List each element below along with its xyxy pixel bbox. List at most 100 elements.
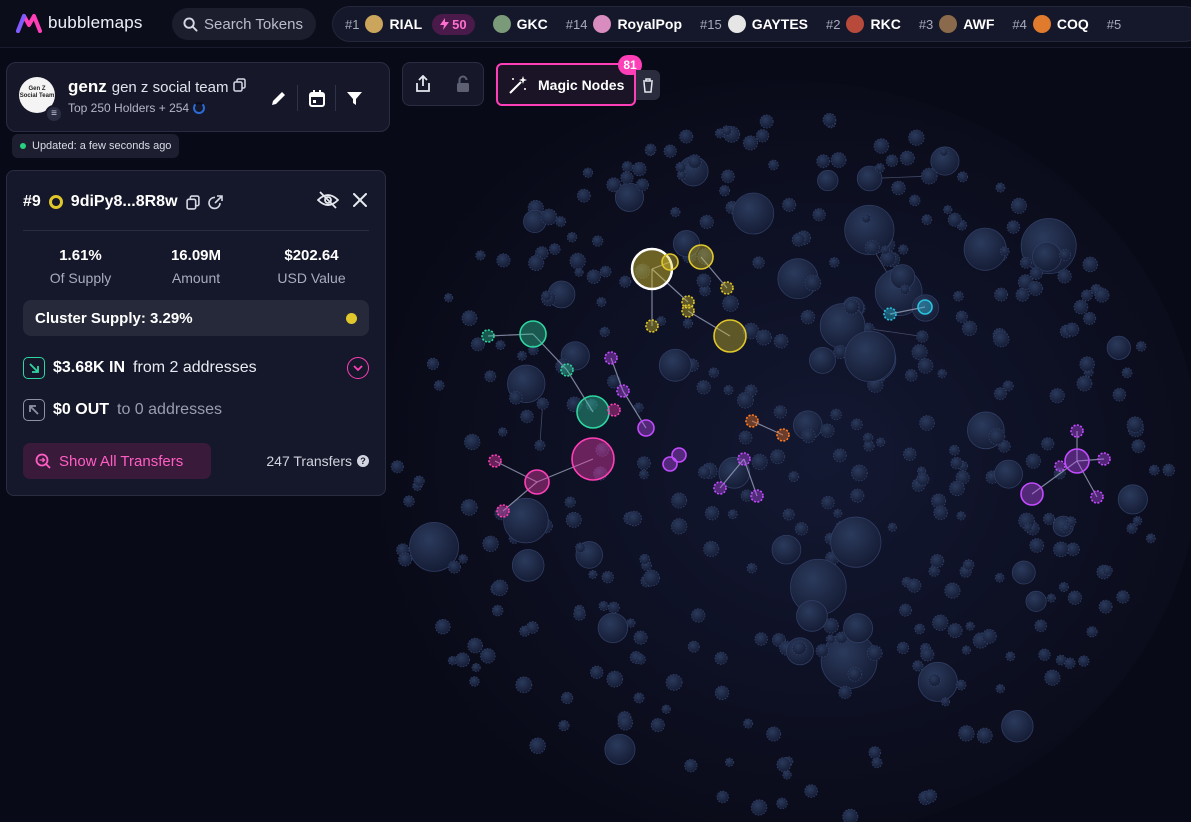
holder-bubble[interactable] <box>914 623 926 635</box>
holder-bubble[interactable] <box>636 456 651 471</box>
holder-bubble[interactable] <box>721 125 733 136</box>
cluster-supply-row[interactable]: Cluster Supply: 3.29% <box>23 300 369 336</box>
holder-bubble[interactable] <box>1057 268 1072 284</box>
magic-nodes-button[interactable]: Magic Nodes <box>496 63 636 106</box>
holder-bubble[interactable] <box>1073 299 1089 315</box>
holder-bubble[interactable] <box>1106 335 1131 360</box>
holder-bubble[interactable] <box>903 447 917 461</box>
holder-bubble[interactable] <box>443 293 454 303</box>
holder-bubble[interactable] <box>725 757 735 767</box>
holder-bubble[interactable] <box>691 608 706 623</box>
holder-bubble[interactable] <box>526 621 539 634</box>
holder-bubble[interactable] <box>864 239 880 256</box>
holder-bubble[interactable] <box>953 290 964 302</box>
holder-bubble[interactable] <box>812 208 826 222</box>
holder-bubble[interactable] <box>988 428 1006 446</box>
holder-bubble[interactable] <box>413 475 425 487</box>
holder-bubble[interactable] <box>956 511 966 521</box>
holder-bubble[interactable] <box>850 418 863 431</box>
holder-bubble[interactable] <box>908 194 921 207</box>
holder-bubble[interactable] <box>963 227 1007 271</box>
copy-icon[interactable] <box>233 78 247 92</box>
cluster-bubble[interactable] <box>571 437 615 481</box>
holder-bubble[interactable] <box>1148 464 1160 476</box>
holder-bubble[interactable] <box>993 330 1010 348</box>
holder-bubble[interactable] <box>773 405 788 419</box>
holder-bubble[interactable] <box>597 612 629 644</box>
holder-bubble[interactable] <box>591 235 604 247</box>
holder-bubble[interactable] <box>981 628 997 644</box>
holder-bubble[interactable] <box>1038 648 1051 661</box>
cluster-bubble[interactable] <box>1064 448 1090 474</box>
holder-bubble[interactable] <box>1094 287 1110 303</box>
holder-bubble[interactable] <box>1121 367 1133 379</box>
holder-bubble[interactable] <box>755 329 772 346</box>
cluster-bubble[interactable] <box>883 307 897 321</box>
holder-bubble[interactable] <box>639 469 649 480</box>
holder-bubble[interactable] <box>633 630 648 645</box>
holder-bubble[interactable] <box>682 318 694 329</box>
calendar-button[interactable] <box>297 85 335 111</box>
holder-bubble[interactable] <box>656 316 667 326</box>
cluster-bubble[interactable] <box>1054 460 1066 472</box>
holder-bubble[interactable] <box>607 601 620 614</box>
holder-bubble[interactable] <box>873 138 890 154</box>
holder-bubble[interactable] <box>1081 289 1093 302</box>
holder-bubble[interactable] <box>435 618 451 635</box>
holder-bubble[interactable] <box>880 245 891 255</box>
holder-bubble[interactable] <box>721 169 735 184</box>
holder-bubble[interactable] <box>687 640 700 653</box>
holder-bubble[interactable] <box>1010 197 1027 214</box>
holder-bubble[interactable] <box>541 290 552 302</box>
holder-bubble[interactable] <box>794 522 809 536</box>
holder-bubble[interactable] <box>919 415 935 431</box>
cluster-bubble[interactable] <box>661 253 679 271</box>
holder-bubble[interactable] <box>484 370 497 383</box>
cluster-bubble[interactable] <box>607 403 621 417</box>
holder-bubble[interactable] <box>464 433 481 451</box>
wallet-address[interactable]: 9diPy8...8R8w <box>71 193 178 211</box>
holder-bubble[interactable] <box>644 143 657 156</box>
holder-bubble[interactable] <box>804 274 822 292</box>
holder-bubble[interactable] <box>1078 655 1090 667</box>
holder-bubble[interactable] <box>994 572 1005 583</box>
holder-bubble[interactable] <box>782 197 797 212</box>
holder-bubble[interactable] <box>586 269 602 284</box>
holder-bubble[interactable] <box>663 144 677 158</box>
close-icon[interactable] <box>353 193 367 207</box>
holder-bubble[interactable] <box>582 167 594 178</box>
holder-bubble[interactable] <box>540 208 558 226</box>
holder-bubble[interactable] <box>714 651 728 665</box>
holder-bubble[interactable] <box>776 757 792 773</box>
holder-bubble[interactable] <box>838 685 852 700</box>
holder-bubble[interactable] <box>727 509 738 520</box>
holder-bubble[interactable] <box>619 275 632 288</box>
holder-bubble[interactable] <box>736 391 754 409</box>
inflow-row[interactable]: $3.68K IN from 2 addresses <box>23 357 369 379</box>
holder-bubble[interactable] <box>896 641 910 655</box>
holder-bubble[interactable] <box>752 256 765 269</box>
holder-bubble[interactable] <box>1029 538 1045 553</box>
holder-bubble[interactable] <box>679 129 694 144</box>
holder-bubble[interactable] <box>480 648 496 664</box>
holder-bubble[interactable] <box>398 552 413 567</box>
holder-bubble[interactable] <box>1098 599 1113 614</box>
holder-bubble[interactable] <box>961 645 971 655</box>
holder-bubble[interactable] <box>528 254 545 272</box>
holder-bubble[interactable] <box>536 397 549 410</box>
cluster-bubble[interactable] <box>645 319 659 333</box>
holder-bubble[interactable] <box>458 554 468 564</box>
holder-bubble[interactable] <box>496 253 511 268</box>
cluster-bubble[interactable] <box>671 447 687 463</box>
holder-bubble[interactable] <box>599 326 610 338</box>
edit-button[interactable] <box>259 85 297 111</box>
holder-bubble[interactable] <box>830 152 847 168</box>
cluster-bubble[interactable] <box>604 351 618 365</box>
holder-bubble[interactable] <box>995 683 1005 694</box>
holder-bubble[interactable] <box>792 640 807 656</box>
holder-bubble[interactable] <box>670 518 688 535</box>
chevron-down-icon[interactable] <box>347 357 369 379</box>
holder-bubble[interactable] <box>1025 453 1041 469</box>
holder-bubble[interactable] <box>937 369 947 379</box>
holder-bubble[interactable] <box>950 456 963 470</box>
